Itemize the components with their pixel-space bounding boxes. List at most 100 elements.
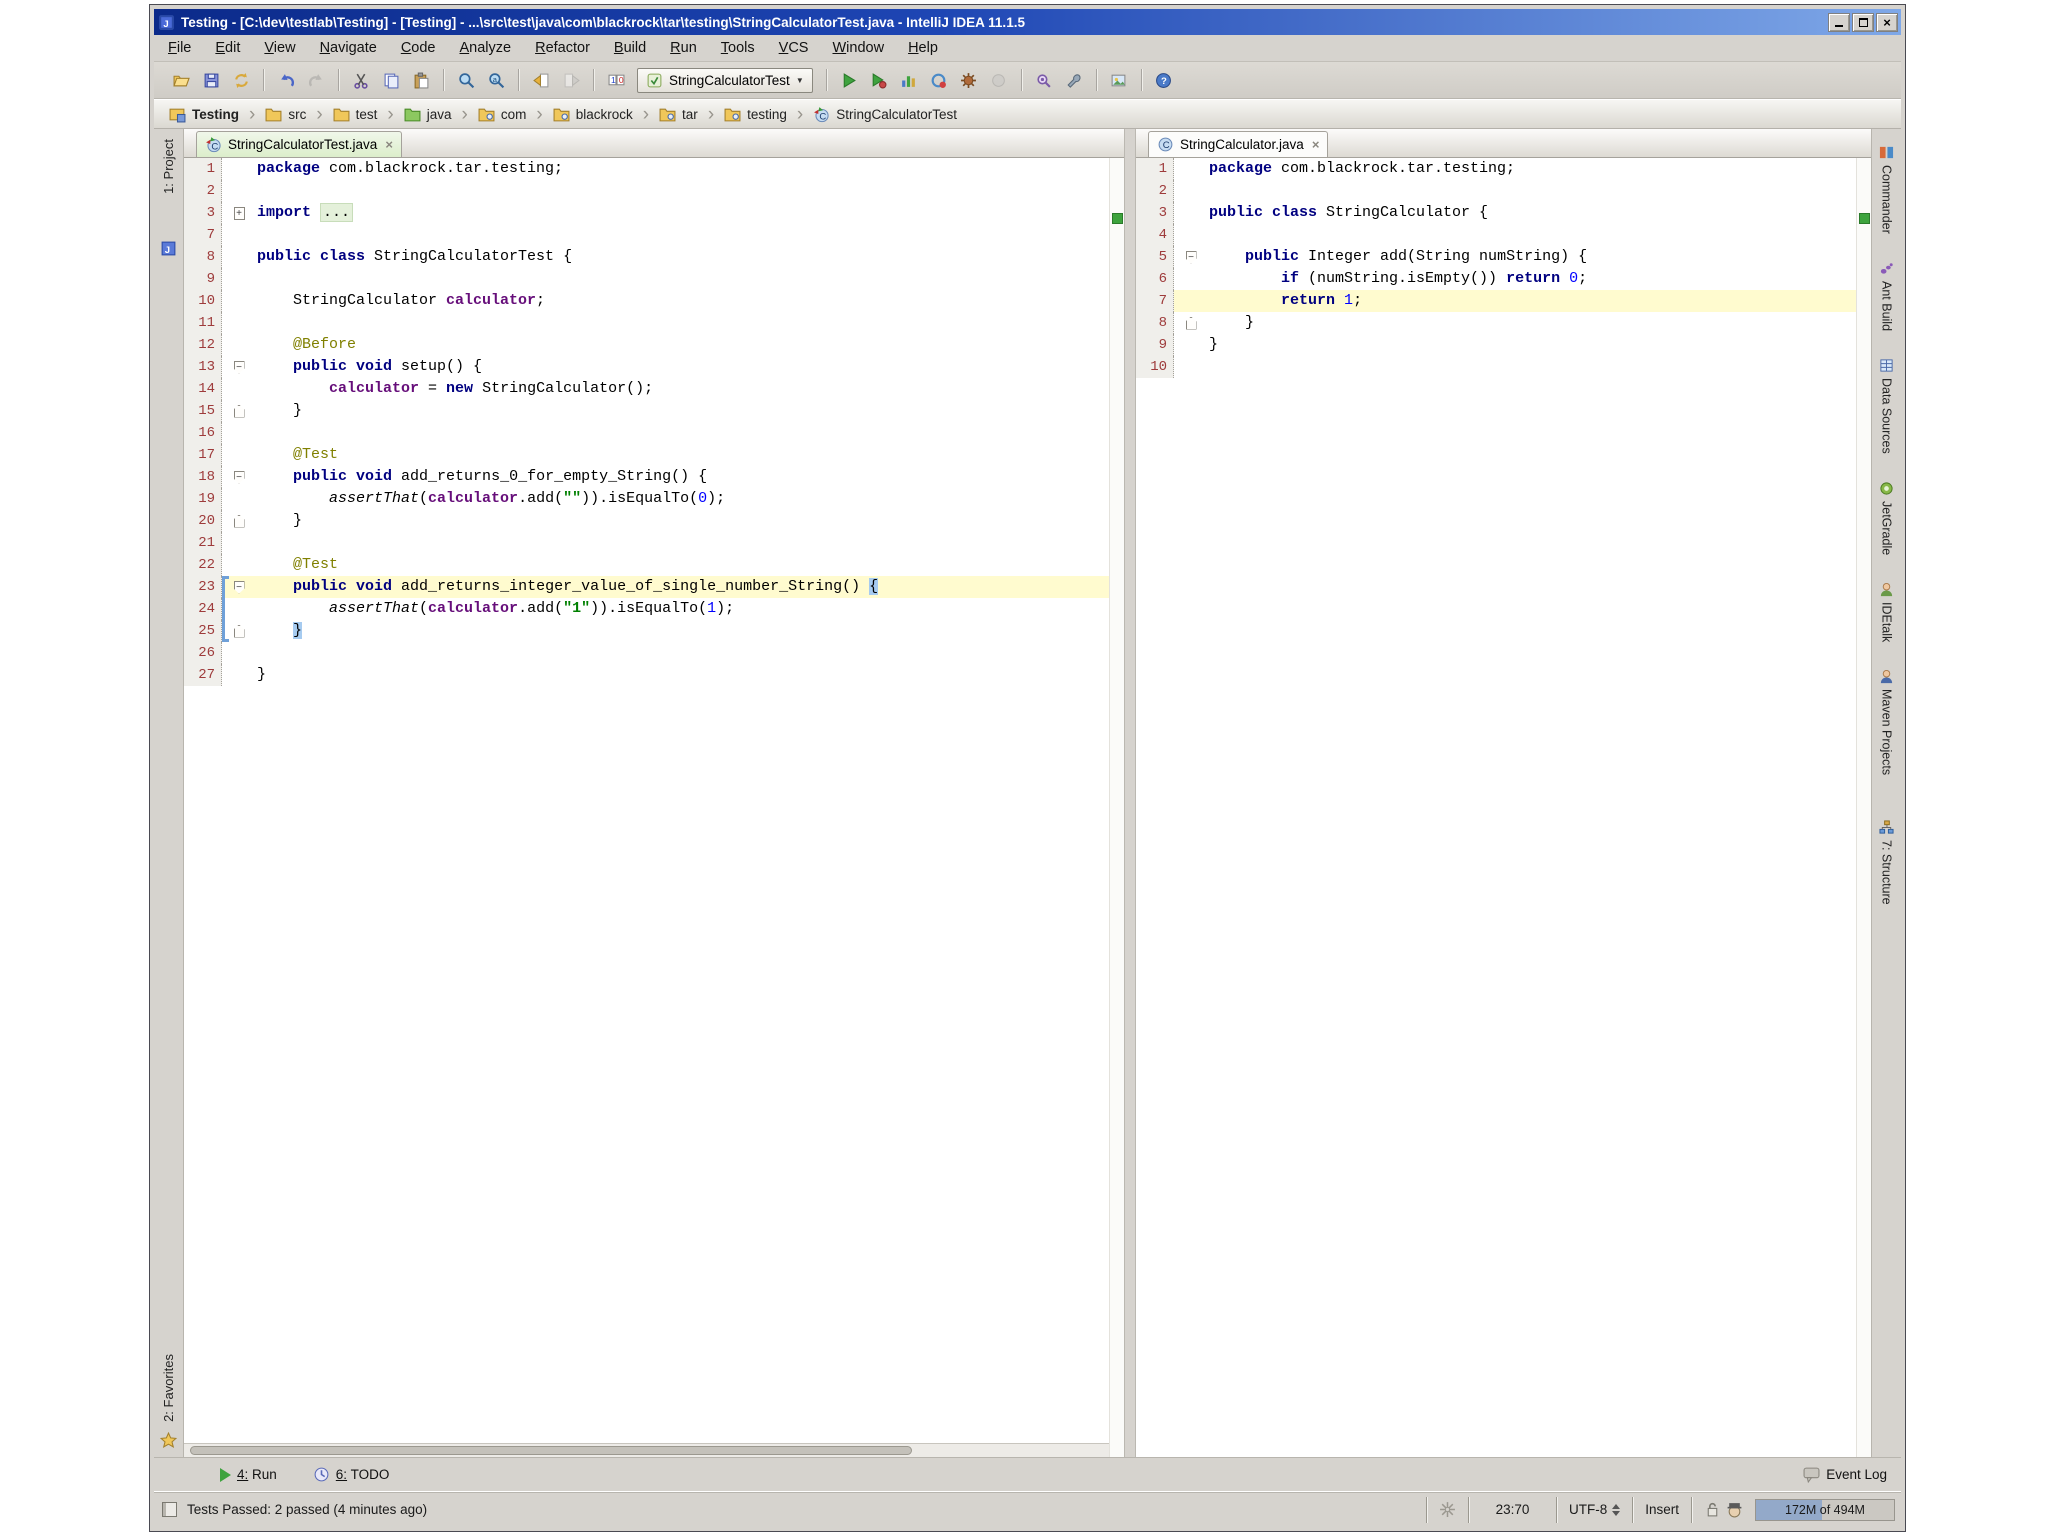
tool-button-data-sources[interactable]: Data Sources xyxy=(1879,358,1894,454)
breadcrumb-item-blackrock[interactable]: blackrock xyxy=(550,106,636,123)
toolbar-debug-button[interactable] xyxy=(864,66,894,94)
tool-button-label: JetGradle xyxy=(1879,500,1894,555)
tool-button-jetgradle[interactable]: JetGradle xyxy=(1879,481,1894,555)
idea-tool-icon[interactable]: J xyxy=(160,240,177,257)
hector-icon[interactable] xyxy=(1726,1501,1743,1518)
toolbar-save-all-button[interactable] xyxy=(196,66,226,94)
tool-button-commander[interactable]: Commander xyxy=(1879,145,1894,234)
toolbar-wrench-button[interactable] xyxy=(1059,66,1089,94)
tool-button-todo[interactable]: 6: TODO xyxy=(313,1466,389,1483)
tab-stringcalculatortest[interactable]: C StringCalculatorTest.java × xyxy=(196,131,402,157)
file-encoding[interactable]: UTF-8 xyxy=(1555,1496,1632,1523)
title-bar[interactable]: J Testing - [C:\dev\testlab\Testing] - [… xyxy=(154,9,1901,35)
breadcrumb-item-src[interactable]: src xyxy=(262,106,309,123)
caret-position[interactable]: 23:70 xyxy=(1467,1496,1556,1523)
minimize-button[interactable] xyxy=(1828,12,1850,32)
toolbar-copy-button[interactable] xyxy=(376,66,406,94)
toolbar-open-button[interactable] xyxy=(166,66,196,94)
menu-build[interactable]: Build xyxy=(614,40,646,56)
breadcrumb-item-stringcalculatortest[interactable]: C StringCalculatorTest xyxy=(810,106,960,123)
menu-refactor[interactable]: Refactor xyxy=(535,40,590,56)
tool-button-favorites[interactable]: 2: Favorites xyxy=(161,1354,176,1422)
toolbar-rerun-button[interactable] xyxy=(924,66,954,94)
toolbar-screenshot-button[interactable] xyxy=(1104,66,1134,94)
code-area-left[interactable]: 1 package com.blackrock.tar.testing; 2 3 + im… xyxy=(184,158,1109,1457)
breadcrumb-item-testing[interactable]: testing xyxy=(721,106,790,123)
inspection-profile-button[interactable] xyxy=(1425,1496,1468,1523)
tab-close-icon[interactable]: × xyxy=(385,137,393,152)
fold-marker-icon[interactable]: − xyxy=(1185,250,1197,264)
tab-bar-left: C StringCalculatorTest.java × xyxy=(184,129,1124,158)
run-configuration-select[interactable]: StringCalculatorTest ▼ xyxy=(637,67,813,93)
menu-vcs[interactable]: VCS xyxy=(779,40,809,56)
breadcrumb-item-java[interactable]: java xyxy=(401,106,455,123)
tool-button-idetalk[interactable]: IDEtalk xyxy=(1879,582,1894,642)
breadcrumb-item-testing[interactable]: Testing xyxy=(166,106,242,123)
window-title: Testing - [C:\dev\testlab\Testing] - [Te… xyxy=(181,14,1025,30)
toolbar-forward-button[interactable] xyxy=(556,66,586,94)
toolbar-replace-button[interactable]: a xyxy=(481,66,511,94)
insert-mode[interactable]: Insert xyxy=(1632,1496,1691,1523)
toolbar-find-button[interactable] xyxy=(451,66,481,94)
lock-hector-cell[interactable] xyxy=(1691,1496,1755,1523)
fold-marker-icon[interactable]: − xyxy=(233,470,245,484)
memory-indicator[interactable]: 172M of 494M xyxy=(1755,1498,1895,1521)
fold-marker-icon[interactable]: − xyxy=(233,360,245,374)
breadcrumb-item-test[interactable]: test xyxy=(330,106,381,123)
toolbar-back-button[interactable] xyxy=(526,66,556,94)
menu-file[interactable]: File xyxy=(168,40,191,56)
code-area-right[interactable]: 1 package com.blackrock.tar.testing; 2 3 pub… xyxy=(1136,158,1856,1457)
fold-marker-icon[interactable]: − xyxy=(233,580,245,594)
tool-button-ant-build[interactable]: Ant Build xyxy=(1879,261,1894,331)
tool-button-event-log[interactable]: Event Log xyxy=(1803,1466,1887,1483)
menu-code[interactable]: Code xyxy=(401,40,436,56)
fold-marker-icon[interactable] xyxy=(233,404,245,418)
toolbar-paste-button[interactable] xyxy=(406,66,436,94)
toolbar-inspect-button[interactable] xyxy=(1029,66,1059,94)
fold-marker-icon[interactable] xyxy=(233,624,245,638)
tool-button-structure[interactable]: 7: Structure xyxy=(1879,820,1894,905)
tool-button-maven-projects[interactable]: Maven Projects xyxy=(1879,669,1894,775)
code-line: 20 } xyxy=(184,510,1109,532)
menu-window[interactable]: Window xyxy=(832,40,884,56)
fold-marker-icon[interactable] xyxy=(233,514,245,528)
toolbar-stop-button[interactable] xyxy=(984,66,1014,94)
fold-marker-icon[interactable]: + xyxy=(233,206,245,220)
toolbar-undo-button[interactable] xyxy=(271,66,301,94)
maximize-button[interactable] xyxy=(1852,12,1874,32)
breadcrumb-item-tar[interactable]: tar xyxy=(656,106,701,123)
tab-stringcalculator[interactable]: C StringCalculator.java × xyxy=(1148,131,1329,157)
toolwindow-toggle-icon[interactable] xyxy=(162,1502,177,1517)
tool-button-project[interactable]: 1: Project xyxy=(161,139,176,194)
menu-analyze[interactable]: Analyze xyxy=(460,40,512,56)
favorites-star-icon[interactable] xyxy=(160,1432,177,1449)
editor-left[interactable]: 1 package com.blackrock.tar.testing; 2 3 + im… xyxy=(184,158,1124,1457)
fold-gutter: − xyxy=(229,356,249,378)
tool-button-run[interactable]: 4: Run xyxy=(220,1467,277,1482)
scrollbar-thumb[interactable] xyxy=(190,1446,912,1455)
toolbar-redo-button[interactable] xyxy=(301,66,331,94)
menu-run[interactable]: Run xyxy=(670,40,697,56)
toolbar-help-button[interactable]: ? xyxy=(1149,66,1179,94)
horizontal-scrollbar[interactable] xyxy=(184,1443,1109,1457)
editor-splitter[interactable] xyxy=(1124,129,1136,1457)
line-number: 7 xyxy=(1136,290,1174,312)
tab-close-icon[interactable]: × xyxy=(1312,137,1320,152)
toolbar-synchronize-button[interactable] xyxy=(226,66,256,94)
toolbar-numbers-button[interactable]: 10 xyxy=(601,66,631,94)
toolbar-run-button[interactable] xyxy=(834,66,864,94)
breadcrumb-item-com[interactable]: com xyxy=(475,106,530,123)
editor-right[interactable]: 1 package com.blackrock.tar.testing; 2 3 pub… xyxy=(1136,158,1871,1457)
code-text: package com.blackrock.tar.testing; xyxy=(257,160,564,177)
toolbar-settings-gear-button[interactable] xyxy=(954,66,984,94)
menu-help[interactable]: Help xyxy=(908,40,938,56)
fold-marker-icon[interactable] xyxy=(1185,316,1197,330)
toolbar-cut-button[interactable] xyxy=(346,66,376,94)
menu-navigate[interactable]: Navigate xyxy=(320,40,377,56)
project-icon xyxy=(169,106,186,123)
menu-view[interactable]: View xyxy=(264,40,295,56)
menu-edit[interactable]: Edit xyxy=(215,40,240,56)
close-button[interactable]: × xyxy=(1876,12,1898,32)
menu-tools[interactable]: Tools xyxy=(721,40,755,56)
toolbar-coverage-button[interactable] xyxy=(894,66,924,94)
